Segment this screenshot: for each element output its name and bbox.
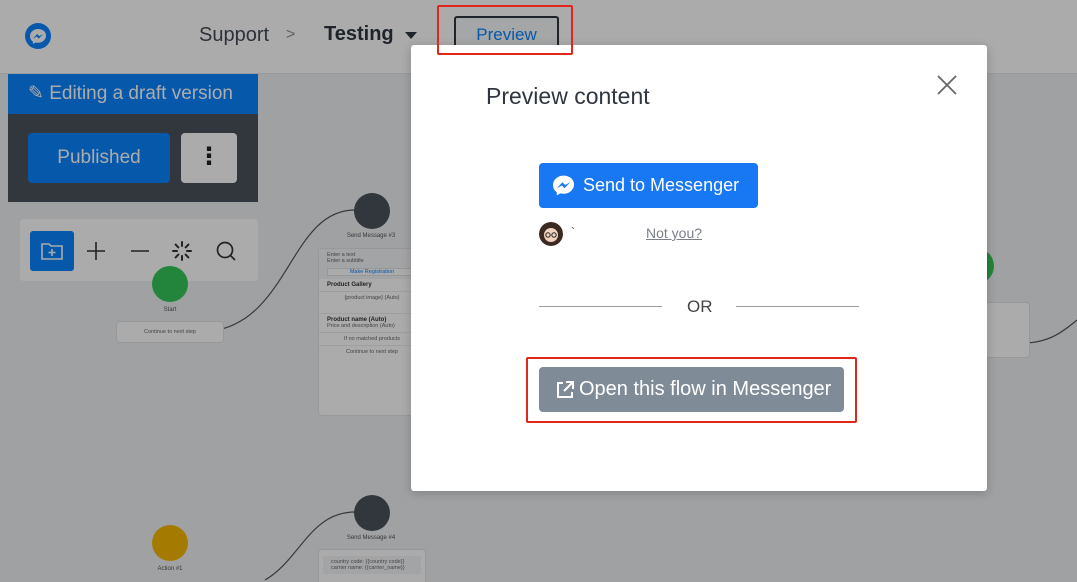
external-link-icon: [557, 381, 574, 398]
messenger-icon: [553, 175, 574, 196]
divider-left: [539, 306, 662, 307]
send-to-messenger-label: Send to Messenger: [583, 175, 740, 195]
avatar: [539, 222, 563, 246]
open-flow-in-messenger-button[interactable]: Open this flow in Messenger: [539, 367, 844, 412]
close-icon[interactable]: [935, 73, 959, 97]
preview-content-modal: Preview content Send to Messenger ` Not …: [411, 45, 987, 491]
send-to-messenger-button[interactable]: Send to Messenger: [539, 163, 758, 208]
or-label: OR: [687, 297, 713, 316]
not-you-link[interactable]: Not you?: [646, 225, 702, 241]
modal-title: Preview content: [486, 83, 650, 109]
divider-right: [736, 306, 859, 307]
user-name: `: [571, 225, 575, 239]
open-flow-label: Open this flow in Messenger: [579, 378, 832, 400]
